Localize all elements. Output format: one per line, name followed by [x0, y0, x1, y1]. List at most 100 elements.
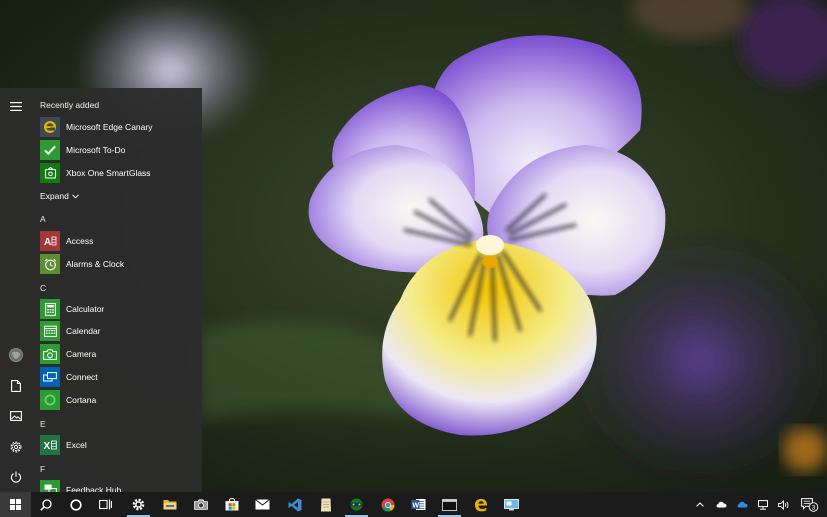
- svg-text:X: X: [44, 441, 51, 451]
- tray-onedrive-business[interactable]: [732, 492, 752, 517]
- app-label: Feedback Hub: [66, 485, 122, 492]
- tray-onedrive[interactable]: [711, 492, 731, 517]
- search-button[interactable]: [30, 492, 61, 517]
- mail-icon: [255, 499, 270, 510]
- chevron-down-icon: [71, 193, 79, 199]
- action-center-button[interactable]: 3: [798, 492, 822, 517]
- taskbar-camera[interactable]: [185, 492, 216, 517]
- camera-icon: [193, 499, 208, 510]
- chrome-icon: [381, 498, 394, 511]
- taskbar-file-explorer[interactable]: [154, 492, 185, 517]
- taskbar-word[interactable]: W: [403, 492, 434, 517]
- alarm-clock-icon: [44, 258, 56, 270]
- edge-canary-icon: [44, 121, 56, 133]
- network-icon: [758, 499, 768, 510]
- word-icon: W: [411, 499, 426, 510]
- user-account-button[interactable]: [0, 340, 32, 370]
- app-item-excel[interactable]: X Excel: [32, 434, 202, 456]
- cortana-icon: [44, 394, 56, 406]
- taskbar-mail[interactable]: [247, 492, 278, 517]
- start-icon: [10, 499, 21, 510]
- calculator-icon: [44, 302, 56, 316]
- svg-text:A: A: [44, 237, 51, 247]
- remote-desktop-icon: [504, 498, 519, 510]
- app-label: Excel: [66, 440, 87, 450]
- taskbar-visual-studio[interactable]: [279, 492, 310, 517]
- tray-volume[interactable]: [774, 492, 794, 517]
- expand-label: Expand: [40, 191, 69, 201]
- task-view-button[interactable]: [90, 492, 121, 517]
- app-item-todo[interactable]: Microsoft To-Do: [32, 139, 202, 161]
- app-label: Calendar: [66, 326, 101, 336]
- settings-icon: [10, 441, 22, 453]
- app-label: Xbox One SmartGlass: [66, 168, 151, 178]
- start-menu: Recently added Microsoft Edge Canary Mic…: [0, 88, 202, 492]
- app-item-feedback-hub[interactable]: Feedback Hub: [32, 479, 202, 492]
- app-label: Calculator: [66, 304, 105, 314]
- tray-overflow-button[interactable]: [690, 492, 710, 517]
- expand-link[interactable]: Expand: [40, 189, 79, 203]
- app-item-xbox-smartglass[interactable]: Xbox One SmartGlass: [32, 162, 202, 184]
- pictures-button[interactable]: [0, 401, 32, 431]
- recently-added-header: Recently added: [40, 100, 100, 110]
- feedback-hub-icon: [44, 484, 57, 492]
- notepad-icon: [320, 498, 331, 511]
- excel-icon: X: [44, 440, 57, 451]
- letter-header-a[interactable]: A: [40, 212, 46, 226]
- search-icon: [39, 498, 52, 511]
- start-button[interactable]: [0, 492, 31, 517]
- pictures-icon: [10, 411, 22, 421]
- task-view-icon: [99, 499, 112, 510]
- app-list: Recently added Microsoft Edge Canary Mic…: [32, 88, 202, 492]
- file-explorer-icon: [163, 500, 176, 510]
- app-item-cortana[interactable]: Cortana: [32, 389, 202, 411]
- svg-text:W: W: [412, 503, 419, 510]
- app-item-access[interactable]: A Access: [32, 230, 202, 252]
- letter-header-f[interactable]: F: [40, 462, 45, 476]
- cortana-button[interactable]: [60, 492, 91, 517]
- power-icon: [10, 471, 22, 483]
- letter-header-e[interactable]: E: [40, 417, 46, 431]
- taskbar-edge[interactable]: [465, 492, 496, 517]
- taskbar-chrome[interactable]: [372, 492, 403, 517]
- app-item-calculator[interactable]: Calculator: [32, 298, 202, 320]
- hamburger-menu-icon: [10, 101, 22, 111]
- taskbar-settings[interactable]: [123, 492, 154, 517]
- app-item-connect[interactable]: Connect: [32, 366, 202, 388]
- chevron-up-icon: [696, 502, 704, 507]
- taskbar-xbox[interactable]: [341, 492, 372, 517]
- documents-icon: [11, 380, 21, 392]
- cortana-icon: [69, 498, 82, 511]
- taskbar-terminal[interactable]: [434, 492, 465, 517]
- taskbar-remote-desktop[interactable]: [496, 492, 527, 517]
- connect-icon: [43, 371, 57, 381]
- app-item-alarms-clock[interactable]: Alarms & Clock: [32, 253, 202, 275]
- xbox-smartglass-icon: [44, 167, 56, 179]
- visual-studio-icon: [288, 498, 301, 511]
- settings-icon: [132, 498, 145, 511]
- app-label: Access: [66, 236, 94, 246]
- letter-header-c[interactable]: C: [40, 281, 46, 295]
- hamburger-menu-button[interactable]: [0, 91, 32, 121]
- camera-icon: [43, 348, 57, 360]
- taskbar-notepad[interactable]: [310, 492, 341, 517]
- app-item-edge-canary[interactable]: Microsoft Edge Canary: [32, 116, 202, 138]
- terminal-icon: [442, 498, 457, 511]
- todo-icon: [44, 145, 56, 155]
- documents-button[interactable]: [0, 371, 32, 401]
- app-label: Cortana: [66, 395, 97, 405]
- tray-network[interactable]: [753, 492, 773, 517]
- app-item-camera[interactable]: Camera: [32, 343, 202, 365]
- onedrive-icon: [716, 501, 726, 508]
- app-item-calendar[interactable]: Calendar: [32, 320, 202, 342]
- notification-count: 3: [812, 504, 816, 511]
- power-button[interactable]: [0, 462, 32, 492]
- start-menu-rail: [0, 88, 32, 492]
- taskbar-store[interactable]: [216, 492, 247, 517]
- app-label: Microsoft Edge Canary: [66, 122, 153, 132]
- app-label: Alarms & Clock: [66, 259, 125, 269]
- action-center-icon: 3: [801, 497, 819, 512]
- onedrive-business-icon: [737, 501, 747, 508]
- settings-button[interactable]: [0, 432, 32, 462]
- xbox-icon: [350, 498, 363, 511]
